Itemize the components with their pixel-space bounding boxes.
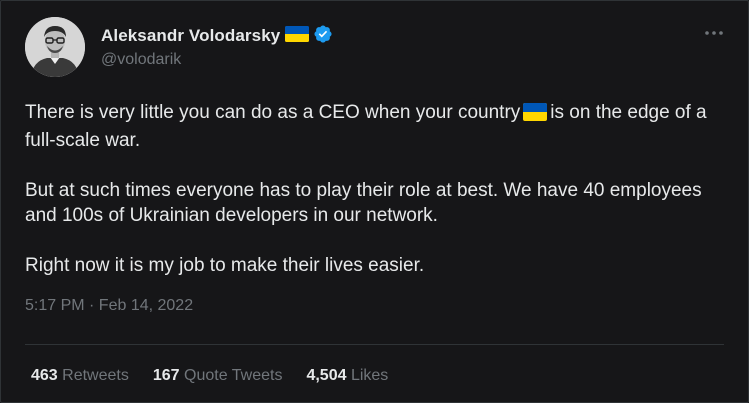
avatar[interactable] [25,17,85,77]
retweets-label: Retweets [62,367,129,384]
retweets-stat[interactable]: 463 Retweets [31,367,129,385]
tweet-timestamp[interactable]: 5:17 PM · Feb 14, 2022 [25,297,193,315]
tweet-paragraph-3: Right now it is my job to make their liv… [25,255,425,276]
author-display-name[interactable]: Aleksandr Volodarsky [101,26,280,46]
verified-badge-icon [313,24,333,49]
author-handle[interactable]: @volodarik [101,51,333,69]
divider [25,344,724,345]
likes-count: 4,504 [306,367,347,384]
likes-stat[interactable]: 4,504 Likes [306,367,388,385]
ukraine-flag-icon [523,103,548,128]
quote-tweets-label: Quote Tweets [184,367,283,384]
tweet-stats: 463 Retweets 167 Quote Tweets 4,504 Like… [31,367,412,385]
ukraine-flag-icon [285,25,310,47]
tweet-paragraph-1: There is very little you can do as a CEO… [25,100,725,153]
more-options-icon[interactable] [700,23,728,43]
tweet-paragraph-2: But at such times everyone has to play t… [25,180,702,226]
tweet-header: Aleksandr Volodarsky @volodarik [25,17,333,77]
retweets-count: 463 [31,367,58,384]
quote-tweets-count: 167 [152,367,180,384]
tweet-text: There is very little you can do as a CEO… [25,100,725,303]
likes-label: Likes [350,367,389,384]
quote-tweets-stat[interactable]: 167 Quote Tweets [153,367,283,385]
tweet-line1-before: There is very little you can do as a CEO… [25,102,521,123]
tweet-card: Aleksandr Volodarsky @volodarik There is… [0,0,749,403]
